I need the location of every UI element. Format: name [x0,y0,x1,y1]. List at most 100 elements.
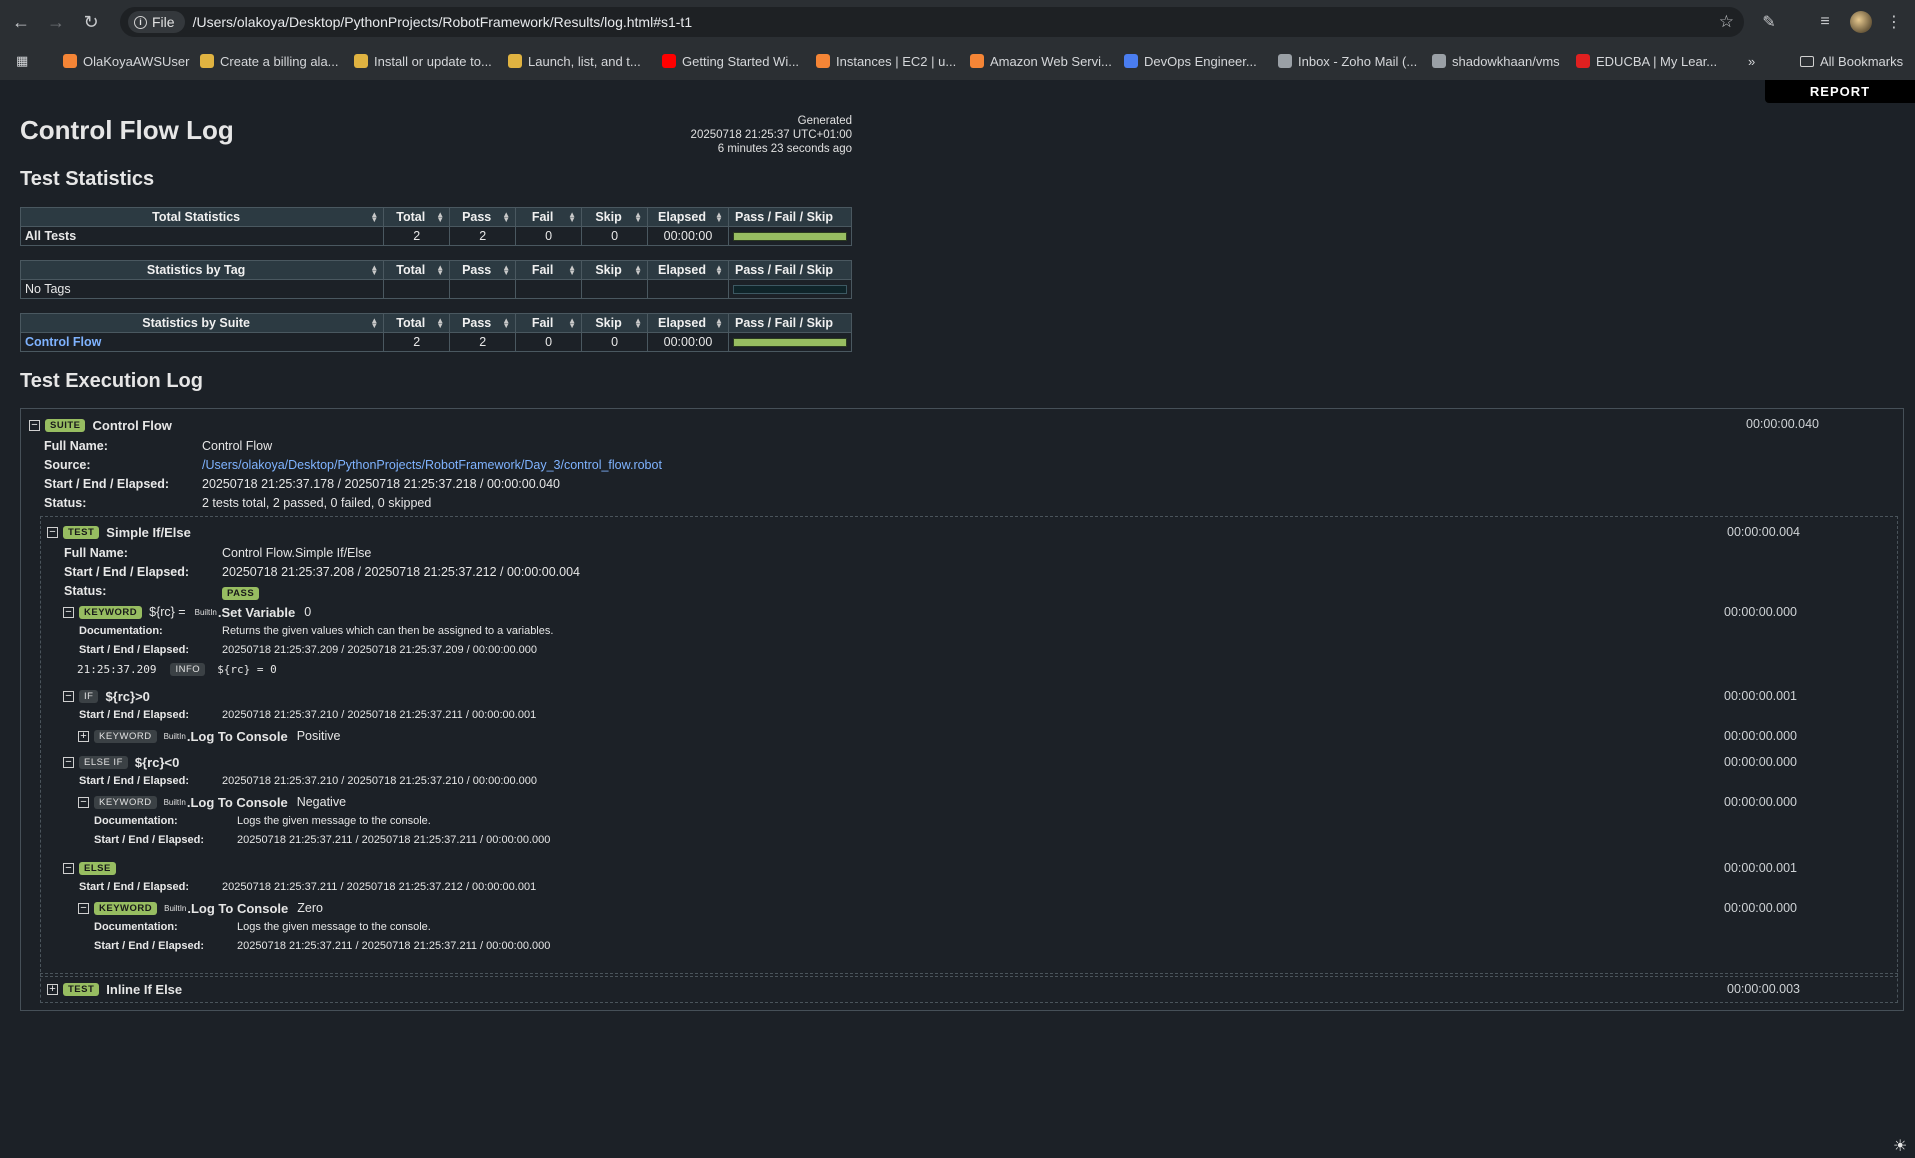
stats-column-header[interactable]: Fail ▲ ▼ [515,207,583,227]
address-bar[interactable]: i File /Users/olakoya/Desktop/PythonProj… [120,7,1744,37]
sort-icon[interactable]: ▲ ▼ [568,317,576,330]
stats-column-header[interactable]: Pass / Fail / Skip [727,260,853,280]
browser-chrome: ← → ↻ i File /Users/olakoya/Desktop/Pyth… [0,0,1915,80]
else-if-block[interactable]: − ELSE IF ${rc}<0 [63,753,179,771]
apps-grid-icon[interactable]: ▦ [16,50,28,72]
sort-icon[interactable]: ▲ ▼ [634,317,642,330]
collapse-toggle-icon[interactable]: − [47,526,58,538]
pass-fail-skip-bar [732,231,847,241]
site-info-label: File [152,14,175,30]
stats-column-header[interactable]: Statistics by Tag ▲ ▼ [19,260,385,280]
bookmark-item[interactable]: EDUCBA | My Lear... [1576,50,1717,72]
suite-source-link[interactable]: /Users/olakoya/Desktop/PythonProjects/Ro… [202,458,662,472]
bookmark-item[interactable]: DevOps Engineer... [1124,50,1257,72]
sort-icon[interactable]: ▲ ▼ [715,264,723,277]
stats-column-header[interactable]: Total Statistics ▲ ▼ [19,207,385,227]
bookmark-item[interactable]: Amazon Web Servi... [970,50,1112,72]
test2-header[interactable]: + TEST Inline If Else [47,980,182,998]
collapse-toggle-icon[interactable]: − [63,690,74,702]
suite-link[interactable]: Control Flow [25,335,101,349]
bookmark-item[interactable]: shadowkhaan/vms [1432,50,1560,72]
sort-icon[interactable]: ▲ ▼ [715,317,723,330]
keyword-library: BuiltIn [163,797,186,807]
all-bookmarks[interactable]: All Bookmarks [1800,50,1903,72]
profile-avatar[interactable] [1847,8,1875,36]
sort-icon[interactable]: ▲ ▼ [370,211,378,224]
collapse-toggle-icon[interactable]: − [63,606,74,618]
stats-column-header[interactable]: Statistics by Suite ▲ ▼ [19,313,385,333]
sort-icon[interactable]: ▲ ▼ [370,317,378,330]
stats-row[interactable]: All Tests 2 2 0 0 00:00:00 [19,226,853,246]
else-keyword-log-to-console[interactable]: − KEYWORD BuiltIn. Log To Console Zero [78,899,323,917]
stats-row[interactable]: Control Flow 2 2 0 0 00:00:00 [19,332,853,352]
collapse-toggle-icon[interactable]: − [78,902,89,914]
stats-column-header[interactable]: Fail ▲ ▼ [515,260,583,280]
sort-icon[interactable]: ▲ ▼ [502,264,510,277]
sort-icon[interactable]: ▲ ▼ [568,264,576,277]
stats-column-header[interactable]: Skip ▲ ▼ [581,207,649,227]
expand-toggle-icon[interactable]: + [47,983,58,995]
stats-elapsed-cell [647,279,729,299]
forward-icon[interactable]: → [42,8,70,36]
else-block[interactable]: − ELSE [63,859,123,877]
bookmark-item[interactable]: Instances | EC2 | u... [816,50,956,72]
sort-icon[interactable]: ▲ ▼ [436,264,444,277]
more-bookmarks-icon[interactable]: » [1748,50,1755,72]
bookmark-item[interactable]: Launch, list, and t... [508,50,641,72]
else-if-elapsed: 00:00:00.000 [1724,755,1797,769]
bookmark-label: Create a billing ala... [220,53,339,69]
site-info-chip[interactable]: i File [128,11,185,33]
stats-column-header[interactable]: Elapsed ▲ ▼ [647,207,729,227]
keyword-set-variable[interactable]: − KEYWORD ${rc} = BuiltIn. Set Variable 0 [63,603,311,621]
stats-skip-cell: 0 [581,332,649,352]
stats-column-header[interactable]: Elapsed ▲ ▼ [647,260,729,280]
stats-column-header[interactable]: Total ▲ ▼ [383,207,451,227]
collapse-toggle-icon[interactable]: − [29,419,40,431]
sort-icon[interactable]: ▲ ▼ [634,211,642,224]
theme-toggle-icon[interactable]: ☀ [1893,1136,1907,1156]
sort-icon[interactable]: ▲ ▼ [502,211,510,224]
bookmark-item[interactable]: Install or update to... [354,50,492,72]
stats-column-header[interactable]: Pass ▲ ▼ [449,313,517,333]
expand-toggle-icon[interactable]: + [78,730,89,742]
bookmark-item[interactable]: Inbox - Zoho Mail (... [1278,50,1417,72]
if-block[interactable]: − IF ${rc}>0 [63,687,150,705]
stats-column-header[interactable]: Fail ▲ ▼ [515,313,583,333]
extensions-icon[interactable]: ✎ [1755,8,1783,36]
stats-column-header[interactable]: Skip ▲ ▼ [581,260,649,280]
stats-column-header[interactable]: Total ▲ ▼ [383,260,451,280]
stats-column-header[interactable]: Skip ▲ ▼ [581,313,649,333]
if-keyword-log-to-console[interactable]: + KEYWORD BuiltIn. Log To Console Positiv… [78,727,340,745]
collapse-toggle-icon[interactable]: − [63,756,74,768]
bookmark-star-icon[interactable]: ☆ [1719,12,1734,32]
menu-kebab-icon[interactable]: ⋮ [1880,8,1908,36]
else-if-keyword-log-to-console[interactable]: − KEYWORD BuiltIn. Log To Console Negativ… [78,793,346,811]
sort-icon[interactable]: ▲ ▼ [634,264,642,277]
sort-icon[interactable]: ▲ ▼ [715,211,723,224]
reading-list-icon[interactable]: ≡ [1811,8,1839,36]
stats-column-header[interactable]: Pass / Fail / Skip [727,207,853,227]
stats-column-header[interactable]: Total ▲ ▼ [383,313,451,333]
suite-header[interactable]: − SUITE Control Flow [29,416,172,434]
sort-icon[interactable]: ▲ ▼ [502,317,510,330]
url-text[interactable]: /Users/olakoya/Desktop/PythonProjects/Ro… [193,14,693,30]
stats-column-header[interactable]: Pass ▲ ▼ [449,207,517,227]
stats-row-name[interactable]: Control Flow [19,332,385,352]
stats-row[interactable]: No Tags [19,279,853,299]
stats-column-header[interactable]: Elapsed ▲ ▼ [647,313,729,333]
bookmark-item[interactable]: Create a billing ala... [200,50,339,72]
sort-icon[interactable]: ▲ ▼ [568,211,576,224]
collapse-toggle-icon[interactable]: − [78,796,89,808]
stats-column-header[interactable]: Pass ▲ ▼ [449,260,517,280]
test1-header[interactable]: − TEST Simple If/Else [47,523,191,541]
reload-icon[interactable]: ↻ [77,8,105,36]
collapse-toggle-icon[interactable]: − [63,862,74,874]
report-button[interactable]: REPORT [1765,80,1915,103]
sort-icon[interactable]: ▲ ▼ [436,317,444,330]
sort-icon[interactable]: ▲ ▼ [436,211,444,224]
back-icon[interactable]: ← [7,8,35,36]
sort-icon[interactable]: ▲ ▼ [370,264,378,277]
stats-column-header[interactable]: Pass / Fail / Skip [727,313,853,333]
bookmark-item[interactable]: OlaKoyaAWSUser [63,50,189,72]
bookmark-item[interactable]: Getting Started Wi... [662,50,799,72]
